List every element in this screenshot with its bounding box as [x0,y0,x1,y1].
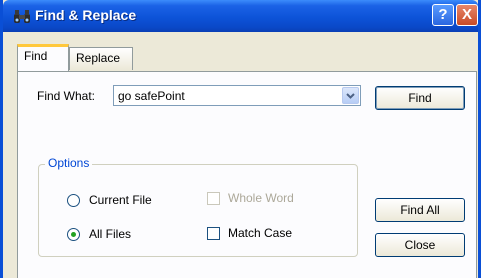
match-case-label[interactable]: Match Case [228,226,292,240]
all-files-label[interactable]: All Files [89,227,131,241]
whole-word-label: Whole Word [228,191,294,205]
find-replace-dialog: Find & Replace ? X Find Replace Find Wha… [0,0,481,278]
current-file-label[interactable]: Current File [89,193,152,207]
chevron-down-icon [346,93,355,99]
match-case-checkbox[interactable] [207,227,220,240]
close-window-button[interactable]: X [456,4,478,26]
whole-word-checkbox[interactable] [207,192,220,205]
help-button[interactable]: ? [432,4,454,26]
find-what-value: go safePoint [118,89,185,103]
options-group [38,164,358,257]
close-button[interactable]: Close [375,233,465,257]
dialog-title: Find & Replace [35,7,137,23]
all-files-radio[interactable] [67,228,80,241]
current-file-radio[interactable] [67,194,80,207]
radio-selected-dot [71,232,76,237]
tab-find[interactable]: Find [17,44,69,71]
find-all-button[interactable]: Find All [375,198,465,222]
find-what-combobox[interactable]: go safePoint [113,85,361,106]
find-button[interactable]: Find [375,86,465,110]
options-legend: Options [45,156,93,170]
binoculars-icon [14,10,30,23]
dropdown-button[interactable] [342,87,359,104]
find-what-label: Find What: [37,89,96,103]
title-bar[interactable]: Find & Replace ? X [3,0,478,32]
tab-replace[interactable]: Replace [69,47,133,70]
